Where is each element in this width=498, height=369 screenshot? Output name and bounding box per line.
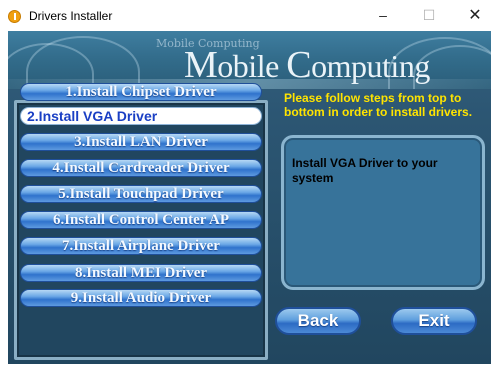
exit-button-label: Exit	[418, 311, 450, 330]
step-label: 3.Install LAN Driver	[74, 134, 208, 150]
exit-button[interactable]: Exit	[391, 307, 477, 335]
brand-word-omputing: omputing	[311, 48, 430, 84]
install-lan-driver-button[interactable]: 3.Install LAN Driver	[20, 133, 262, 151]
install-cardreader-driver-button[interactable]: 4.Install Cardreader Driver	[20, 159, 262, 177]
step-label: 9.Install Audio Driver	[70, 290, 212, 306]
app-info-icon	[8, 10, 21, 23]
install-vga-driver-button[interactable]: 2.Install VGA Driver	[20, 107, 262, 125]
install-audio-driver-button[interactable]: 9.Install Audio Driver	[20, 289, 262, 307]
drivers-installer-window: Drivers Installer – ☐ ✕ Mobile Computing…	[0, 0, 498, 369]
back-button[interactable]: Back	[275, 307, 361, 335]
step-description-text: Install VGA Driver to your system	[292, 156, 438, 185]
instructions-text: Please follow steps from top to bottom i…	[284, 91, 473, 119]
step-label: 4.Install Cardreader Driver	[52, 160, 230, 176]
maximize-button[interactable]: ☐	[406, 0, 452, 31]
install-mei-driver-button[interactable]: 8.Install MEI Driver	[20, 264, 262, 282]
window-title: Drivers Installer	[29, 9, 113, 23]
close-button[interactable]: ✕	[452, 0, 498, 31]
brand-letter-c: C	[286, 44, 312, 86]
install-airplane-driver-button[interactable]: 7.Install Airplane Driver	[20, 237, 262, 255]
brand-banner: Mobile Computing Mobile Computing	[8, 31, 491, 89]
install-control-center-ap-button[interactable]: 6.Install Control Center AP	[20, 211, 262, 229]
step-label: 2.Install VGA Driver	[27, 108, 158, 124]
step-description-box: Install VGA Driver to your system	[281, 135, 485, 290]
minimize-button[interactable]: –	[360, 0, 406, 31]
install-touchpad-driver-button[interactable]: 5.Install Touchpad Driver	[20, 185, 262, 203]
brand-logo-text: Mobile Computing	[184, 43, 430, 87]
step-label: 1.Install Chipset Driver	[65, 84, 217, 100]
title-bar[interactable]: Drivers Installer – ☐ ✕	[0, 0, 498, 31]
step-label: 6.Install Control Center AP	[52, 212, 230, 228]
step-label: 7.Install Airplane Driver	[62, 238, 220, 254]
back-button-label: Back	[297, 311, 339, 330]
step-label: 5.Install Touchpad Driver	[58, 186, 224, 202]
step-label: 8.Install MEI Driver	[74, 265, 208, 281]
brand-letter-m: M	[184, 44, 218, 86]
install-chipset-driver-button[interactable]: 1.Install Chipset Driver	[20, 83, 262, 101]
brand-word-obile: obile	[217, 48, 287, 84]
